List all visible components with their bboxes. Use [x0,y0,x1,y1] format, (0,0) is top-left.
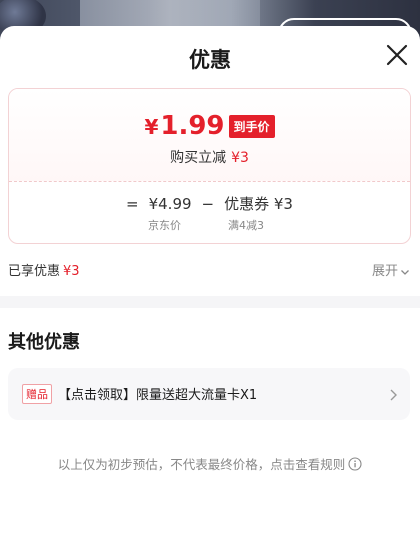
buy-discount-row: 购买立减 ¥3 [9,147,410,167]
sheet-title: 优惠 [189,48,231,72]
discount-sheet: 优惠 ¥1.99 到手价 购买立减 ¥3 = ¥4.99− 优惠券 ¥3 京东价 满4减… [0,26,420,546]
final-price: ¥1.99 [144,111,225,141]
chevron-right-icon [388,387,398,406]
buy-discount-value: ¥3 [231,150,249,166]
buy-discount-label: 购买立减 [170,150,227,166]
price-card: ¥1.99 到手价 购买立减 ¥3 = ¥4.99− 优惠券 ¥3 京东价 满4减3 [8,88,411,244]
list-price-label: 京东价 [148,219,181,232]
price-formula: = ¥4.99− 优惠券 ¥3 [9,193,410,214]
price-rules-link[interactable]: 以上仅为初步预估，不代表最终价格，点击查看规则 [0,454,420,473]
card-divider [9,181,410,182]
other-offers-title: 其他优惠 [8,332,80,353]
chevron-down-icon [398,264,410,279]
footnote-text: 以上仅为初步预估，不代表最终价格，点击查看规则 [57,457,346,472]
close-icon[interactable] [384,42,410,68]
coupon-amount: 优惠券 ¥3 [224,195,293,213]
final-price-row: ¥1.99 到手价 [9,111,410,141]
gift-badge: 赠品 [22,384,52,404]
gift-offer-text: 【点击领取】限量送超大流量卡X1 [58,388,258,403]
coupon-condition: 满4减3 [228,219,264,232]
equals-sign: = [126,195,139,213]
minus-sign: − [201,195,215,213]
expand-button[interactable]: 展开 [372,260,410,279]
list-price: ¥4.99 [148,195,192,213]
enjoyed-discount-value: ¥3 [63,264,80,279]
final-price-tag: 到手价 [228,114,275,138]
info-icon [345,457,362,472]
section-separator [0,296,420,308]
enjoyed-discount: 已享优惠 ¥3 [8,264,80,279]
gift-offer-row[interactable]: 赠品 【点击领取】限量送超大流量卡X1 [8,368,410,420]
